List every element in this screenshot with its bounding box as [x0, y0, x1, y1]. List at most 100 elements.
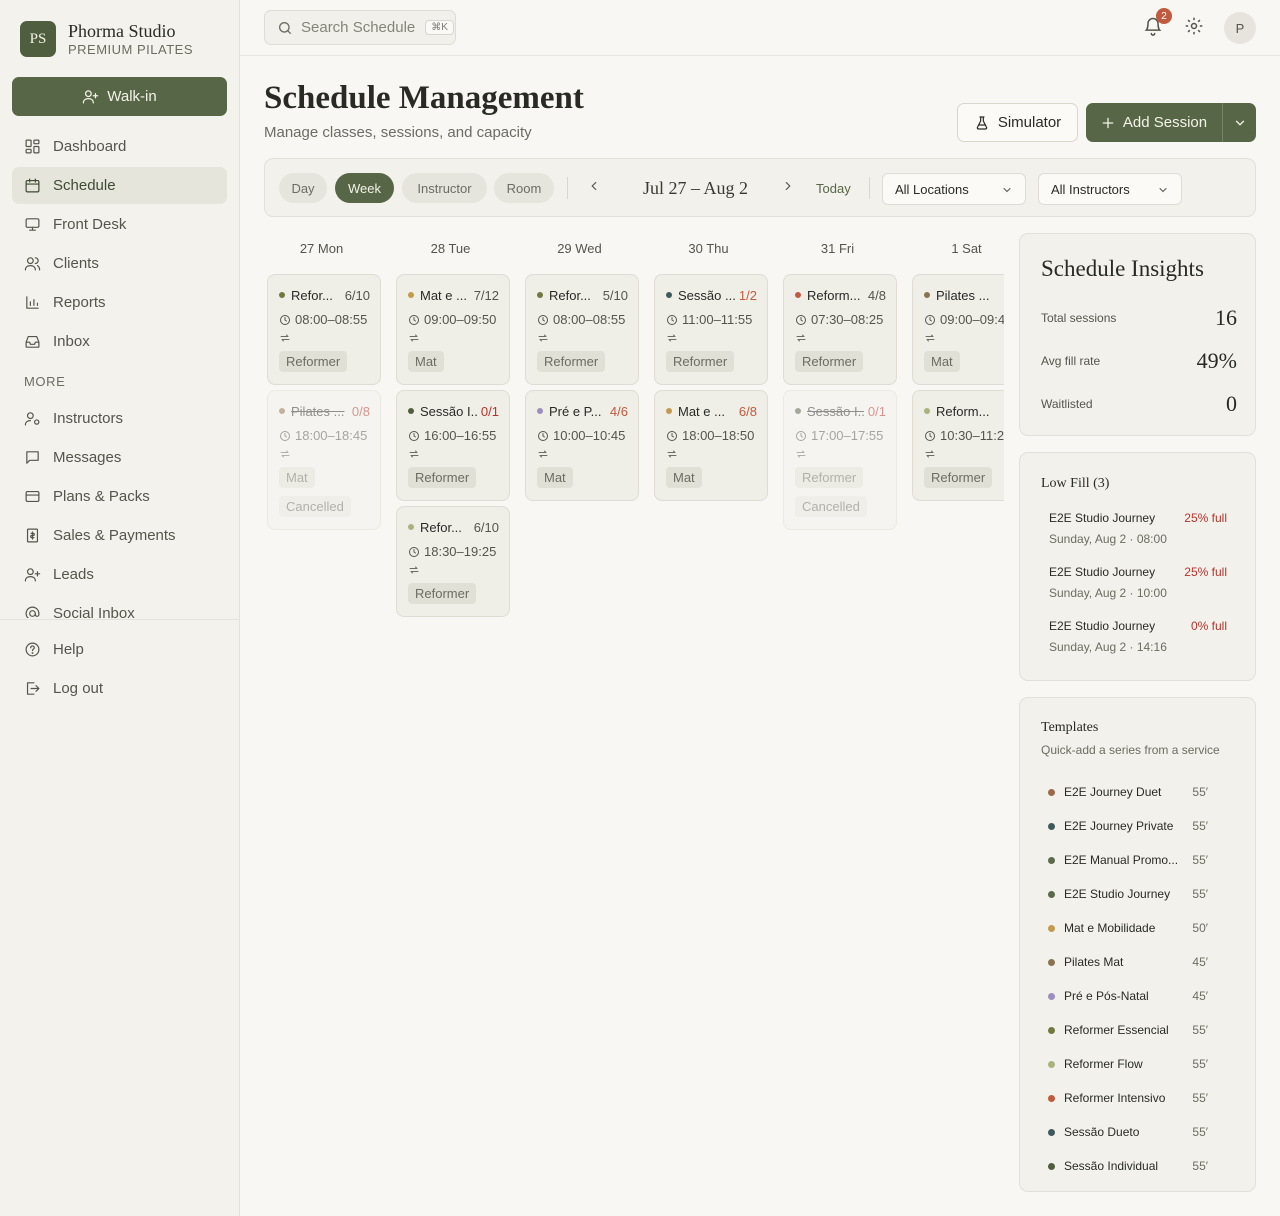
view-week-tab[interactable]: Week	[335, 173, 394, 203]
low-fill-name: E2E Studio Journey	[1049, 619, 1156, 633]
brand[interactable]: PS Phorma Studio PREMIUM PILATES	[20, 21, 193, 57]
template-item[interactable]: E2E Journey Private 55′	[1048, 809, 1208, 843]
settings-button[interactable]	[1184, 16, 1204, 39]
sidebar-item-schedule[interactable]: Schedule	[12, 167, 227, 204]
session-card[interactable]: Sessão I... 0/1 17:00–17:55 Reformer Cancell…	[783, 390, 897, 530]
low-fill-percent: 25% full	[1184, 511, 1227, 525]
add-session-button[interactable]: Add Session	[1086, 103, 1223, 142]
session-color-dot	[666, 292, 672, 298]
instructor-select[interactable]: All Instructors	[1038, 173, 1182, 205]
clock-icon	[538, 315, 548, 325]
session-time: 16:00–16:55	[424, 428, 497, 443]
template-item[interactable]: Pilates Mat 45′	[1048, 945, 1208, 979]
search-input[interactable]: Search Schedule ⌘K	[264, 10, 456, 45]
clock-icon	[667, 431, 677, 441]
session-card[interactable]: Sessão I... 0/1 16:00–16:55 Reformer	[396, 390, 510, 501]
day-column: 29 Wed Refor... 5/10 08:00–08:55 Reformer Pré…	[522, 232, 639, 501]
bar-chart-icon	[26, 296, 39, 309]
date-range: Jul 27 – Aug 2	[643, 178, 749, 198]
session-card[interactable]: Mat e ... 7/12 09:00–09:50 Mat	[396, 274, 510, 385]
sidebar-item-social-inbox[interactable]: Social Inbox	[12, 595, 227, 618]
view-room-tab[interactable]: Room	[494, 173, 554, 203]
sidebar-item-label: Front Desk	[53, 216, 127, 233]
brand-subtitle: PREMIUM PILATES	[68, 42, 194, 57]
notifications-button[interactable]: 2	[1143, 8, 1172, 39]
repeat-icon	[280, 450, 290, 458]
session-card[interactable]: Refor... 6/10 08:00–08:55 Reformer	[267, 274, 381, 385]
toolbar-divider	[869, 177, 870, 199]
template-item[interactable]: Reformer Intensivo 55′	[1048, 1081, 1208, 1115]
sidebar-item-front-desk[interactable]: Front Desk	[12, 206, 227, 243]
sidebar-item-messages[interactable]: Messages	[12, 439, 227, 476]
add-session-menu-button[interactable]	[1223, 103, 1256, 142]
session-room-tag: Mat	[924, 351, 960, 372]
simulator-button[interactable]: Simulator	[957, 103, 1078, 142]
session-card[interactable]: Reform... 4/8 07:30–08:25 Reformer	[783, 274, 897, 385]
session-card[interactable]: Refor... 6/10 18:30–19:25 Reformer	[396, 506, 510, 617]
low-fill-name: E2E Studio Journey	[1049, 565, 1156, 579]
next-week-button[interactable]	[781, 179, 795, 196]
clock-icon	[925, 315, 935, 325]
sidebar-item-inbox[interactable]: Inbox	[12, 323, 227, 360]
session-color-dot	[924, 408, 930, 414]
session-card[interactable]: Reform...7/10:30–11:25Reformer	[912, 390, 1004, 501]
clock-icon	[925, 431, 935, 441]
template-color-dot	[1048, 924, 1055, 932]
templates-panel: Templates Quick-add a series from a serv…	[1019, 697, 1256, 1192]
logout-icon	[26, 682, 40, 695]
session-room-tag: Mat	[537, 467, 573, 488]
template-name: Sessão Individual	[1064, 1159, 1159, 1173]
template-item[interactable]: Sessão Individual 55′	[1048, 1149, 1208, 1183]
location-select[interactable]: All Locations	[882, 173, 1026, 205]
view-instructor-tab[interactable]: Instructor	[402, 173, 487, 203]
clock-icon	[796, 431, 806, 441]
session-card[interactable]: Pré e P... 4/6 10:00–10:45 Mat	[525, 390, 639, 501]
template-item[interactable]: Reformer Essencial 55′	[1048, 1013, 1208, 1047]
sidebar-item-label: Plans & Packs	[53, 488, 150, 505]
session-card[interactable]: Pilates ...9/09:00–09:4Mat	[912, 274, 1004, 385]
template-duration: 55′	[1192, 1125, 1208, 1139]
low-fill-item[interactable]: E2E Studio Journey 25% full Sunday, Aug 2…	[1049, 565, 1227, 600]
session-name: Pilates ...	[936, 287, 990, 303]
low-fill-item[interactable]: E2E Studio Journey 0% full Sunday, Aug 2 …	[1049, 619, 1227, 654]
instructor-value: All Instructors	[1051, 181, 1130, 197]
view-day-tab[interactable]: Day	[279, 173, 327, 203]
template-color-dot	[1048, 1060, 1055, 1068]
receipt-icon	[26, 528, 39, 543]
session-card[interactable]: Pilates ... 0/8 18:00–18:45 Mat Cancelled	[267, 390, 381, 530]
repeat-icon	[538, 334, 548, 342]
sidebar-item-reports[interactable]: Reports	[12, 284, 227, 321]
template-item[interactable]: E2E Journey Duet 55′	[1048, 775, 1208, 809]
template-item[interactable]: Reformer Flow 55′	[1048, 1047, 1208, 1081]
template-duration: 55′	[1192, 1159, 1208, 1173]
sidebar-item-leads[interactable]: Leads	[12, 556, 227, 593]
session-name: Sessão I...	[420, 403, 477, 419]
sidebar-item-clients[interactable]: Clients	[12, 245, 227, 282]
session-card[interactable]: Mat e ... 6/8 18:00–18:50 Mat	[654, 390, 768, 501]
view-tab-label: Day	[291, 180, 315, 196]
sidebar-item-log-out[interactable]: Log out	[12, 670, 227, 707]
template-item[interactable]: Pré e Pós-Natal 45′	[1048, 979, 1208, 1013]
walk-in-button[interactable]: Walk-in	[12, 77, 227, 116]
low-fill-item[interactable]: E2E Studio Journey 25% full Sunday, Aug 2…	[1049, 511, 1227, 546]
template-item[interactable]: Mat e Mobilidade 50′	[1048, 911, 1208, 945]
session-name: Refor...	[549, 287, 591, 303]
template-item[interactable]: E2E Manual Promo... 55′	[1048, 843, 1208, 877]
today-button[interactable]: Today	[816, 181, 851, 196]
session-card[interactable]: Sessão ... 1/2 11:00–11:55 Reformer	[654, 274, 768, 385]
sidebar-item-dashboard[interactable]: Dashboard	[12, 128, 227, 165]
avatar[interactable]: P	[1224, 12, 1256, 44]
repeat-icon	[409, 566, 419, 574]
sidebar-item-instructors[interactable]: Instructors	[12, 400, 227, 437]
session-card[interactable]: Refor... 5/10 08:00–08:55 Reformer	[525, 274, 639, 385]
template-duration: 50′	[1192, 921, 1208, 935]
sidebar-item-help[interactable]: Help	[12, 631, 227, 668]
previous-week-button[interactable]	[587, 179, 601, 196]
template-item[interactable]: E2E Studio Journey 55′	[1048, 877, 1208, 911]
page-subtitle: Manage classes, sessions, and capacity	[264, 124, 532, 141]
template-item[interactable]: Sessão Dueto 55′	[1048, 1115, 1208, 1149]
template-duration: 45′	[1192, 955, 1208, 969]
sidebar-item-plans-packs[interactable]: Plans & Packs	[12, 478, 227, 515]
message-icon	[26, 451, 39, 464]
sidebar-item-sales-payments[interactable]: Sales & Payments	[12, 517, 227, 554]
